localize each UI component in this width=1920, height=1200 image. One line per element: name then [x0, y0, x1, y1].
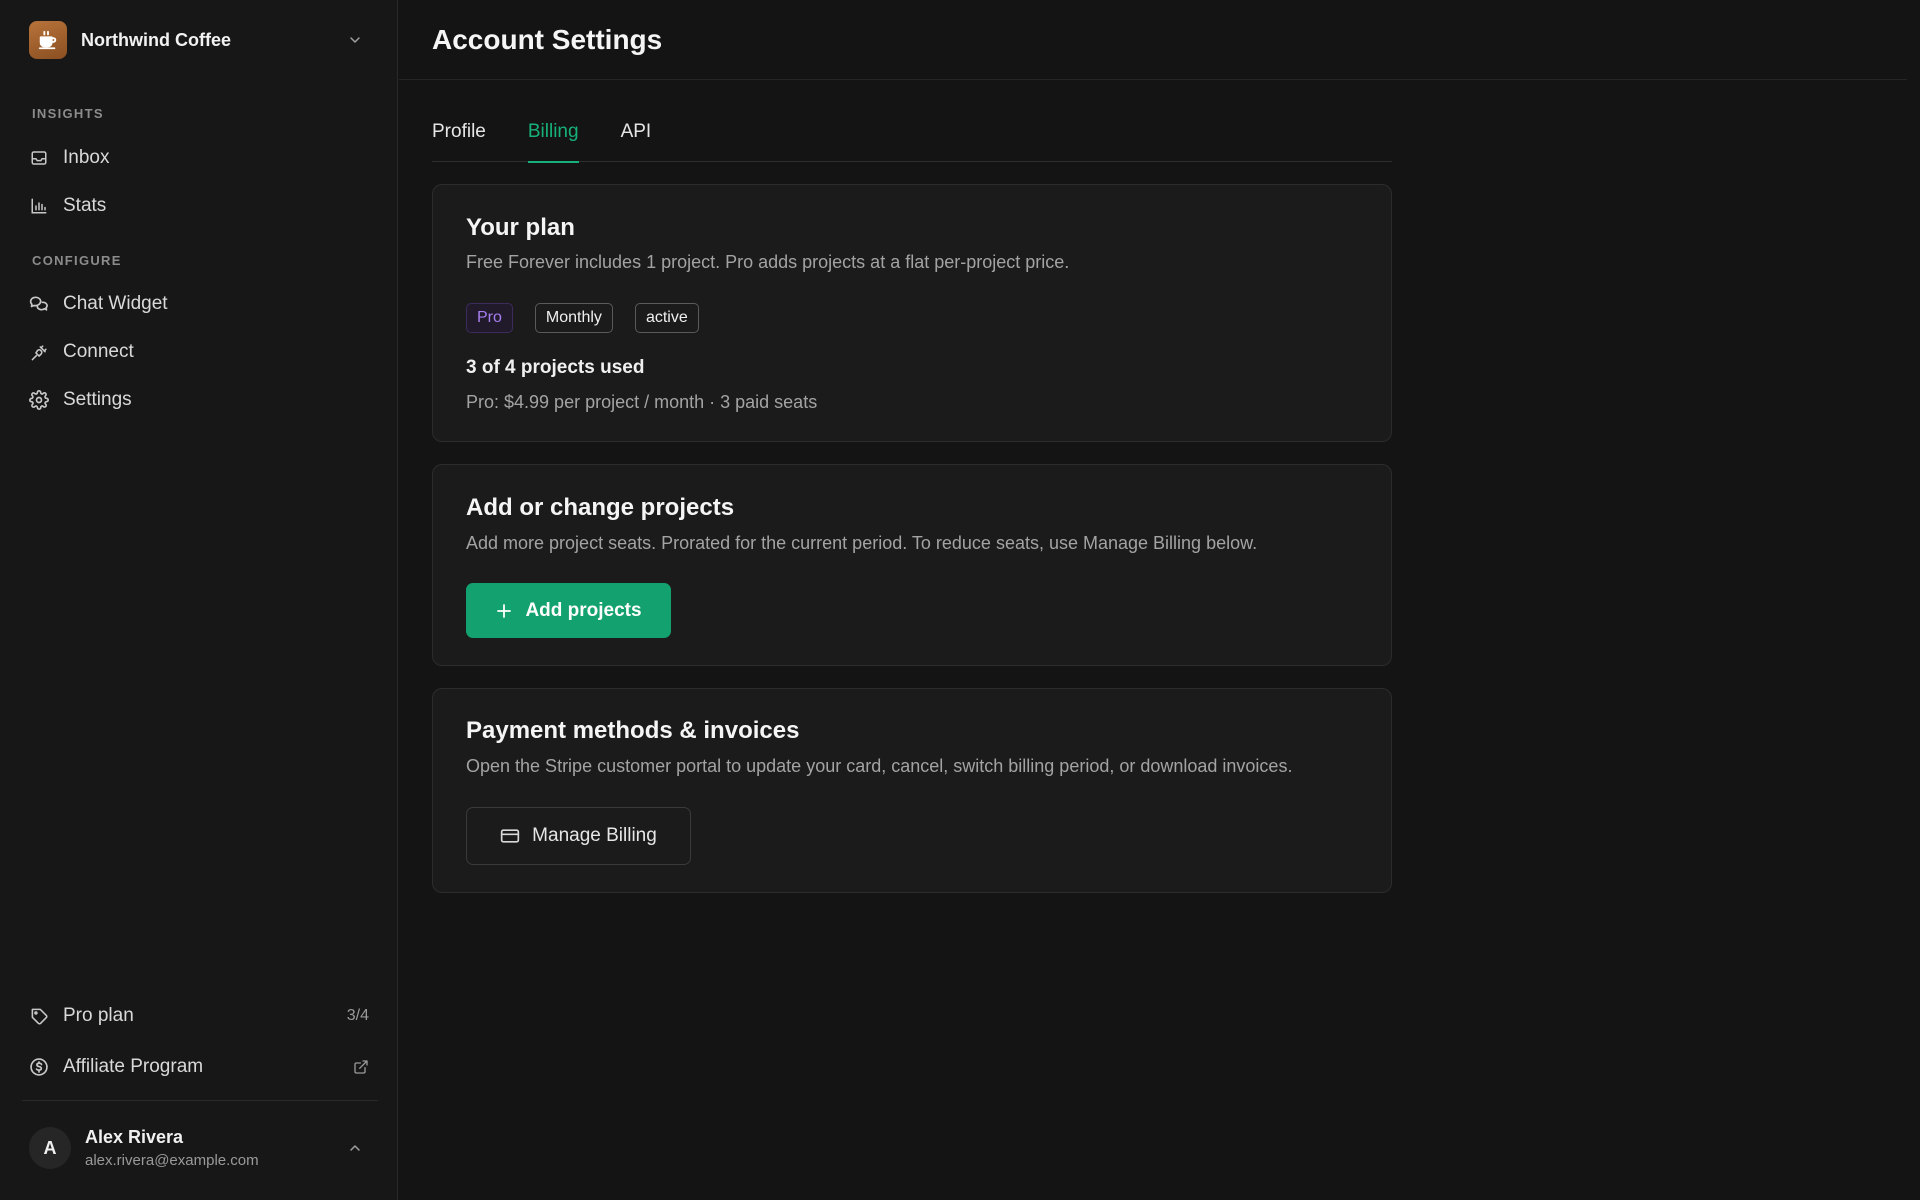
- sidebar-item-pro-plan[interactable]: Pro plan 3/4: [29, 997, 369, 1035]
- external-link-icon: [353, 1059, 369, 1075]
- sidebar-item-label: Chat Widget: [63, 293, 168, 314]
- project-usage: 3 of 4 projects used: [466, 357, 645, 378]
- page-title: Account Settings: [432, 24, 663, 55]
- sidebar-divider: [22, 1100, 378, 1101]
- chevron-down-icon: [345, 30, 365, 50]
- plan-tier-badge: Pro: [466, 303, 513, 333]
- plan-pricing: Pro: $4.99 per project / month · 3 paid …: [466, 392, 818, 412]
- projects-card-title: Add or change projects: [466, 494, 735, 521]
- dollar-circle-icon: [29, 1057, 49, 1077]
- manage-billing-label: Manage Billing: [532, 825, 657, 846]
- org-name: Northwind Coffee: [81, 29, 231, 50]
- projects-card: Add or change projects Add more project …: [432, 464, 1392, 666]
- status-badge: active: [634, 303, 699, 333]
- page-header: Account Settings: [399, 0, 1907, 80]
- user-info: Alex Rivera alex.rivera@example.com: [85, 1127, 345, 1169]
- coffee-cup-icon: [29, 21, 67, 59]
- avatar: A: [29, 1127, 71, 1169]
- payment-card-description: Open the Stripe customer portal to updat…: [466, 756, 1293, 776]
- sidebar-item-affiliate-program[interactable]: Affiliate Program: [29, 1048, 369, 1086]
- plan-card: Your plan Free Forever includes 1 projec…: [432, 184, 1392, 442]
- chevron-up-icon: [345, 1138, 365, 1158]
- tag-icon: [29, 1006, 49, 1026]
- section-label-configure: CONFIGURE: [32, 253, 122, 268]
- user-name: Alex Rivera: [85, 1127, 184, 1147]
- sidebar-item-inbox[interactable]: Inbox: [29, 139, 369, 177]
- settings-tabs: Profile Billing API: [432, 112, 1392, 163]
- plan-card-title: Your plan: [466, 214, 575, 241]
- pro-plan-label: Pro plan: [63, 1005, 134, 1026]
- sidebar-item-label: Stats: [63, 195, 107, 216]
- inbox-icon: [29, 148, 49, 168]
- plus-icon: [495, 602, 513, 620]
- payment-card-title: Payment methods & invoices: [466, 717, 800, 744]
- sidebar-item-stats[interactable]: Stats: [29, 187, 369, 225]
- sidebar-item-label: Connect: [63, 341, 134, 362]
- user-email: alex.rivera@example.com: [85, 1152, 259, 1169]
- gear-icon: [29, 390, 49, 410]
- credit-card-icon: [500, 826, 520, 846]
- plug-icon: [29, 342, 49, 362]
- plan-card-description: Free Forever includes 1 project. Pro add…: [466, 252, 1070, 272]
- sidebar-item-label: Settings: [63, 389, 132, 410]
- org-switcher[interactable]: Northwind Coffee: [29, 21, 369, 59]
- payment-card: Payment methods & invoices Open the Stri…: [432, 688, 1392, 893]
- sidebar-item-chat-widget[interactable]: Chat Widget: [29, 285, 369, 323]
- sidebar-item-label: Inbox: [63, 147, 110, 168]
- add-projects-label: Add projects: [525, 599, 642, 621]
- sidebar: Northwind Coffee INSIGHTS Inbox Stats CO…: [0, 0, 398, 1200]
- sidebar-item-settings[interactable]: Settings: [29, 381, 369, 419]
- plan-usage-count: 3/4: [346, 1007, 369, 1024]
- section-label-insights: INSIGHTS: [32, 106, 104, 121]
- tab-api[interactable]: API: [621, 112, 652, 162]
- chat-bubbles-icon: [29, 294, 49, 314]
- projects-card-description: Add more project seats. Prorated for the…: [466, 533, 1258, 553]
- manage-billing-button[interactable]: Manage Billing: [466, 807, 691, 865]
- user-menu[interactable]: A Alex Rivera alex.rivera@example.com: [29, 1124, 369, 1172]
- tab-profile[interactable]: Profile: [432, 112, 486, 162]
- bar-chart-icon: [29, 196, 49, 216]
- sidebar-item-connect[interactable]: Connect: [29, 333, 369, 371]
- affiliate-program-label: Affiliate Program: [63, 1056, 204, 1077]
- add-projects-button[interactable]: Add projects: [466, 583, 671, 638]
- tab-billing[interactable]: Billing: [527, 112, 579, 163]
- billing-period-badge: Monthly: [534, 303, 613, 333]
- plan-badges: Pro Monthly active: [466, 303, 721, 333]
